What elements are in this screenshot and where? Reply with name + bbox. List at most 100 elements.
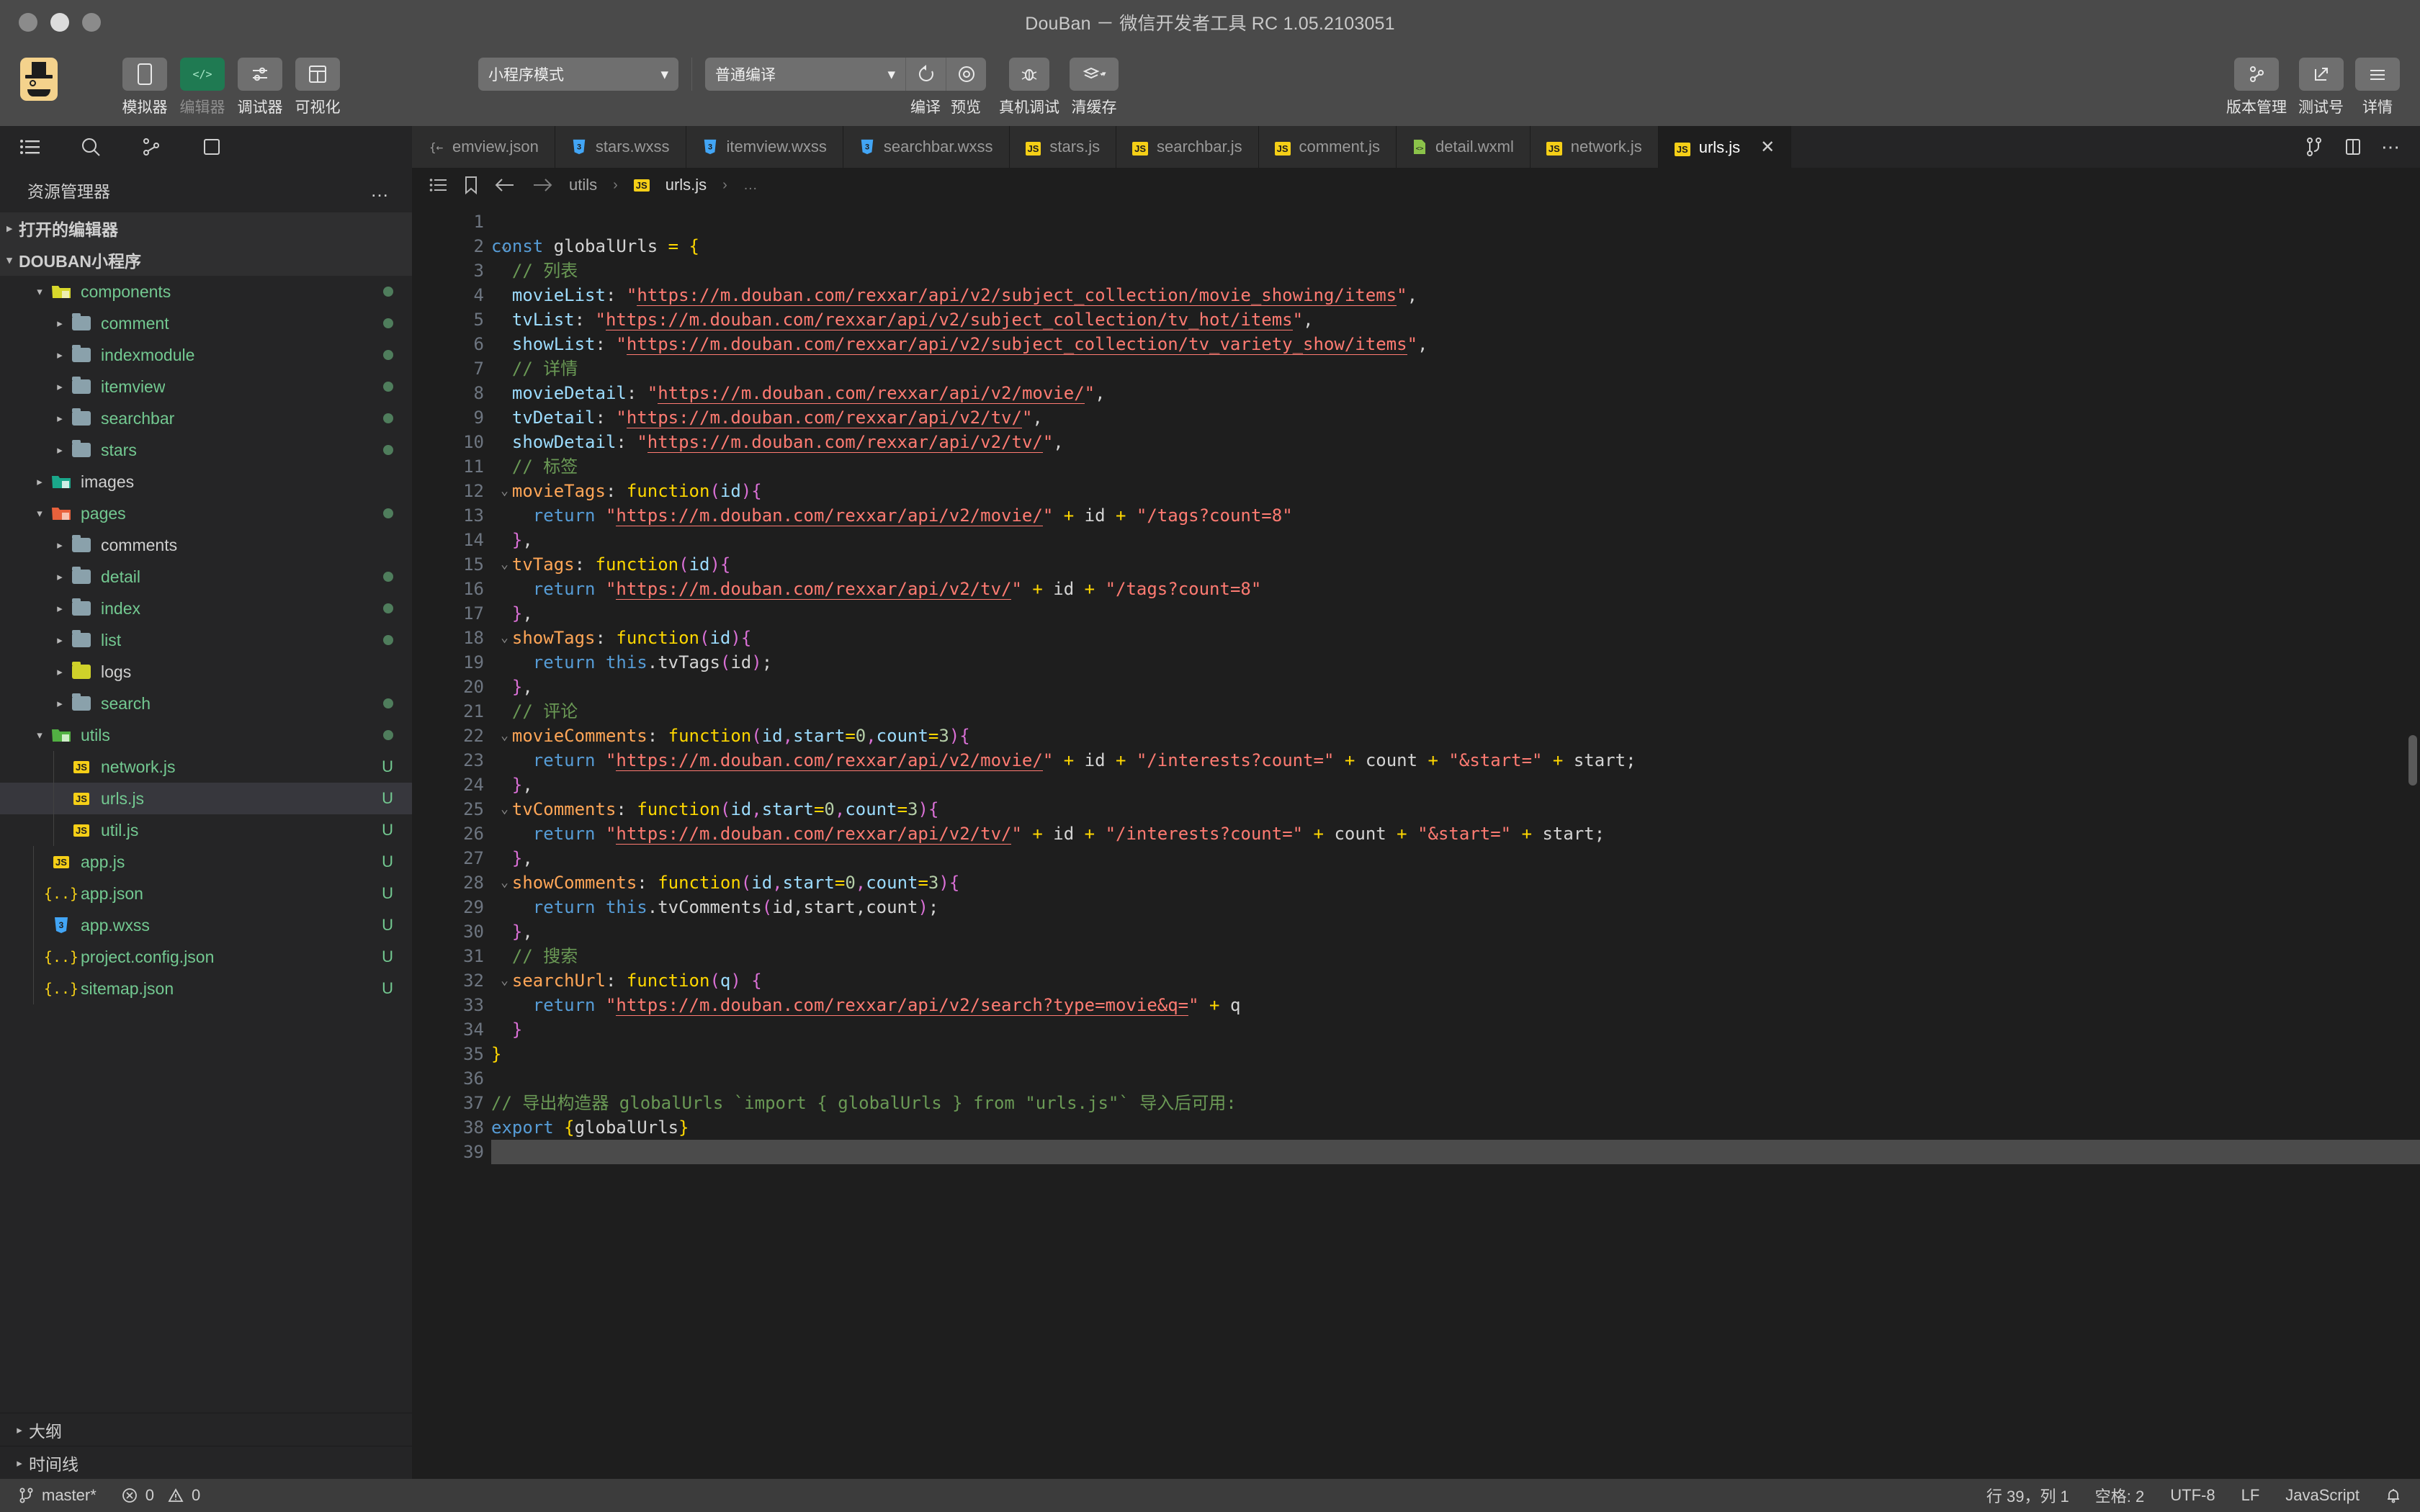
code-line-24[interactable]: },: [491, 773, 2420, 797]
tree-folder-index[interactable]: index: [0, 593, 412, 624]
editor-tab-network.js[interactable]: JS network.js: [1530, 126, 1659, 168]
external-link-icon[interactable]: [2298, 58, 2344, 91]
git-branch-icon[interactable]: [2234, 58, 2279, 91]
details-button[interactable]: 详情: [2355, 45, 2400, 117]
file-tree[interactable]: 打开的编辑器 DOUBAN小程序 components comment indexm…: [0, 212, 412, 1413]
tree-folder-itemview[interactable]: itemview: [0, 371, 412, 402]
code-line-31[interactable]: // 搜索: [491, 944, 2420, 968]
tree-file-sitemap.json[interactable]: {..} sitemap.json U: [0, 973, 412, 1004]
code-line-2[interactable]: const globalUrls = {: [491, 234, 2420, 258]
status-indentation[interactable]: 空格: 2: [2095, 1484, 2144, 1507]
code-line-19[interactable]: return this.tvTags(id);: [491, 650, 2420, 675]
preview-button[interactable]: [946, 58, 986, 91]
breadcrumb-item-more[interactable]: …: [743, 177, 758, 194]
menu-icon[interactable]: [2355, 58, 2400, 91]
remote-debug-button[interactable]: [1009, 58, 1049, 91]
tree-folder-utils[interactable]: utils: [0, 719, 412, 751]
code-editor[interactable]: 1 2 ⌄ 3 4 5 6 7 8 9 10 11 12 ⌄ 13 14 15 ⌄ 16 17 18 ⌄ 19 20 21 22 ⌄…: [412, 202, 2420, 1479]
code-line-35[interactable]: }: [491, 1042, 2420, 1066]
code-line-12[interactable]: movieTags: function(id){: [491, 479, 2420, 503]
tree-file-app.json[interactable]: {..} app.json U: [0, 878, 412, 909]
code-line-9[interactable]: tvDetail: "https://m.douban.com/rexxar/a…: [491, 405, 2420, 430]
code-line-29[interactable]: return this.tvComments(id,start,count);: [491, 895, 2420, 919]
chevron-down-icon[interactable]: [0, 253, 19, 266]
chevron-right-icon[interactable]: [50, 570, 69, 583]
code-line-21[interactable]: // 评论: [491, 699, 2420, 724]
code-line-18[interactable]: showTags: function(id){: [491, 626, 2420, 650]
code-line-6[interactable]: showList: "https://m.douban.com/rexxar/a…: [491, 332, 2420, 356]
tree-folder-search[interactable]: search: [0, 688, 412, 719]
code-line-14[interactable]: },: [491, 528, 2420, 552]
chevron-right-icon[interactable]: [30, 475, 49, 488]
chevron-right-icon[interactable]: [0, 222, 19, 235]
forward-arrow-icon[interactable]: [532, 177, 553, 193]
code-line-15[interactable]: tvTags: function(id){: [491, 552, 2420, 577]
status-eol[interactable]: LF: [2241, 1486, 2260, 1505]
section-open-editors[interactable]: 打开的编辑器: [0, 212, 412, 244]
section-project-root[interactable]: DOUBAN小程序: [0, 244, 412, 276]
chevron-down-icon[interactable]: [30, 507, 49, 520]
version-manage-button[interactable]: 版本管理: [2226, 45, 2287, 117]
code-content[interactable]: const globalUrls = { // 列表 movieList: "h…: [491, 202, 2420, 1479]
editor-tab-searchbar.js[interactable]: JS searchbar.js: [1116, 126, 1259, 168]
back-arrow-icon[interactable]: [494, 177, 516, 193]
close-tab-icon[interactable]: ✕: [1760, 137, 1775, 158]
tree-folder-components[interactable]: components: [0, 276, 412, 307]
tree-file-app.js[interactable]: JS app.js U: [0, 846, 412, 878]
chevron-right-icon[interactable]: [10, 1457, 29, 1470]
code-line-11[interactable]: // 标签: [491, 454, 2420, 479]
visual-icon[interactable]: [295, 58, 340, 91]
test-account-button[interactable]: 测试号: [2298, 45, 2344, 117]
chevron-right-icon[interactable]: [50, 602, 69, 615]
editor-tab-searchbar.wxss[interactable]: 3 searchbar.wxss: [843, 126, 1010, 168]
tree-folder-stars[interactable]: stars: [0, 434, 412, 466]
split-editor-icon[interactable]: [2344, 138, 2362, 156]
code-line-17[interactable]: },: [491, 601, 2420, 626]
chevron-right-icon[interactable]: [50, 634, 69, 647]
code-line-20[interactable]: },: [491, 675, 2420, 699]
editor-tab-stars.wxss[interactable]: 3 stars.wxss: [555, 126, 686, 168]
code-line-23[interactable]: return "https://m.douban.com/rexxar/api/…: [491, 748, 2420, 773]
compile-type-select[interactable]: 普通编译 ▾: [705, 58, 905, 91]
code-line-22[interactable]: movieComments: function(id,start=0,count…: [491, 724, 2420, 748]
breadcrumb-item-file[interactable]: urls.js: [666, 176, 707, 194]
code-line-7[interactable]: // 详情: [491, 356, 2420, 381]
search-icon[interactable]: [76, 132, 105, 161]
tree-file-network.js[interactable]: JS network.js U: [0, 751, 412, 783]
code-line-34[interactable]: }: [491, 1017, 2420, 1042]
chevron-right-icon[interactable]: [10, 1423, 29, 1436]
editor-tab-urls.js[interactable]: JS urls.js ✕: [1658, 126, 1792, 168]
code-line-28[interactable]: showComments: function(id,start=0,count=…: [491, 870, 2420, 895]
editor-tab-comment.js[interactable]: JS comment.js: [1258, 126, 1397, 168]
bell-icon[interactable]: [2385, 1486, 2401, 1505]
tree-folder-images[interactable]: images: [0, 466, 412, 498]
source-control-icon[interactable]: [137, 132, 166, 161]
chevron-right-icon[interactable]: [50, 348, 69, 361]
tool-debugger[interactable]: 调试器: [236, 45, 284, 117]
status-branch[interactable]: master*: [19, 1486, 97, 1505]
mode-select[interactable]: 小程序模式 ▾: [478, 58, 678, 91]
tree-folder-logs[interactable]: logs: [0, 656, 412, 688]
tree-file-urls.js[interactable]: JS urls.js U: [0, 783, 412, 814]
tree-folder-searchbar[interactable]: searchbar: [0, 402, 412, 434]
tree-folder-indexmodule[interactable]: indexmodule: [0, 339, 412, 371]
code-line-26[interactable]: return "https://m.douban.com/rexxar/api/…: [491, 822, 2420, 846]
code-line-3[interactable]: // 列表: [491, 258, 2420, 283]
more-actions-icon[interactable]: ⋯: [2381, 136, 2401, 158]
status-cursor-position[interactable]: 行 39，列 1: [1986, 1484, 2069, 1507]
code-line-4[interactable]: movieList: "https://m.douban.com/rexxar/…: [491, 283, 2420, 307]
editor-tab-detail.wxml[interactable]: <> detail.wxml: [1397, 126, 1531, 168]
editor-tab-stars.js[interactable]: JS stars.js: [1009, 126, 1117, 168]
chevron-right-icon[interactable]: [50, 317, 69, 330]
code-icon[interactable]: </>: [180, 58, 225, 91]
editor-tab-itemview.wxss[interactable]: 3 itemview.wxss: [686, 126, 843, 168]
tree-file-project.config.json[interactable]: {..} project.config.json U: [0, 941, 412, 973]
tree-folder-pages[interactable]: pages: [0, 498, 412, 529]
tree-folder-comments[interactable]: comments: [0, 529, 412, 561]
chevron-right-icon[interactable]: [50, 697, 69, 710]
editor-tab-emview.json[interactable]: {← emview.json: [412, 126, 555, 168]
code-line-1[interactable]: [491, 210, 2420, 234]
split-git-icon[interactable]: [2305, 136, 2325, 158]
tree-file-util.js[interactable]: JS util.js U: [0, 814, 412, 846]
status-problems[interactable]: 0 0: [121, 1486, 200, 1505]
